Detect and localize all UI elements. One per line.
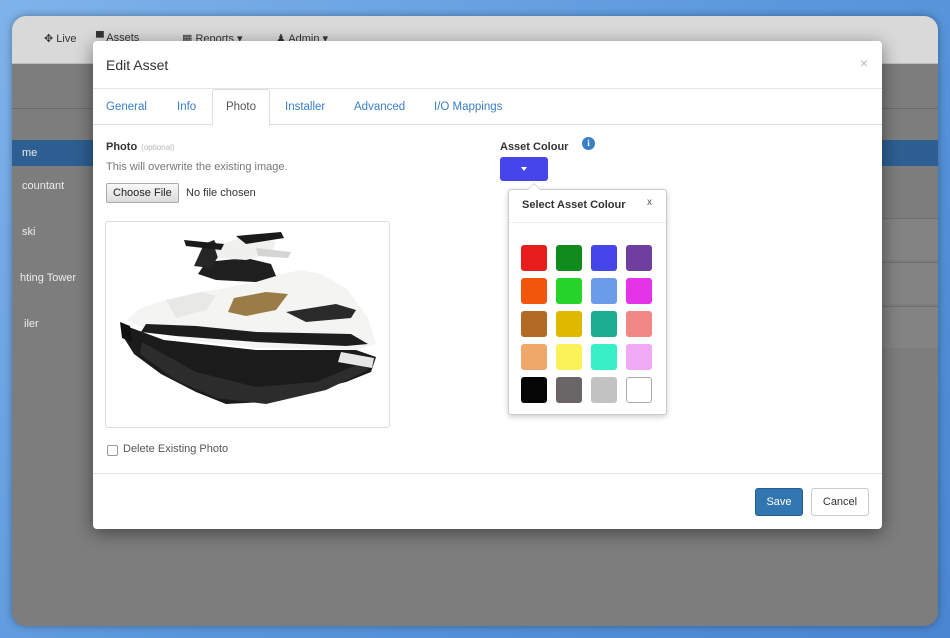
divider (509, 222, 666, 223)
close-icon[interactable]: x (647, 197, 652, 208)
modal-header: Edit Asset × (93, 41, 882, 89)
colour-swatch[interactable] (521, 344, 547, 370)
colour-swatch[interactable] (556, 344, 582, 370)
tab-bar: General Info Photo Installer Advanced I/… (93, 89, 882, 126)
nav-label: Live (56, 33, 77, 45)
swatch-grid (521, 245, 657, 403)
file-status: No file chosen (186, 187, 256, 199)
sidebar-item[interactable]: countant (22, 180, 102, 192)
colour-swatch[interactable] (521, 311, 547, 337)
colour-swatch[interactable] (521, 245, 547, 271)
colour-swatch[interactable] (626, 344, 652, 370)
nav-item-live[interactable]: ✥ Live (44, 32, 76, 45)
colour-swatch[interactable] (591, 245, 617, 271)
sidebar-item[interactable]: iler (24, 318, 104, 330)
edit-asset-modal: Edit Asset × General Info Photo Installe… (93, 41, 882, 529)
delete-photo-checkbox[interactable] (107, 445, 118, 456)
popover-arrow (527, 183, 541, 190)
colour-swatch[interactable] (556, 377, 582, 403)
tab-general[interactable]: General (100, 89, 153, 125)
colour-dropdown-button[interactable] (500, 157, 548, 181)
save-button[interactable]: Save (755, 488, 803, 516)
sidebar-item[interactable]: me (22, 147, 102, 159)
tab-info[interactable]: Info (171, 89, 202, 125)
delete-photo-label: Delete Existing Photo (123, 443, 229, 455)
photo-help-text: This will overwrite the existing image. (106, 161, 288, 173)
picker-title: Select Asset Colour (522, 199, 626, 211)
sidebar-item[interactable]: hting Tower (20, 272, 100, 284)
colour-swatch[interactable] (626, 311, 652, 337)
jet-ski-image (120, 232, 376, 404)
asset-colour-label: Asset Colour (500, 141, 569, 153)
colour-swatch[interactable] (521, 377, 547, 403)
colour-swatch[interactable] (591, 311, 617, 337)
screenshot-frame: ✥ Live ▀ Assets ▦ Reports ▾ ♟ Admin ▾ me… (0, 0, 950, 638)
sidebar-item[interactable]: ski (22, 226, 102, 238)
colour-swatch[interactable] (556, 311, 582, 337)
colour-swatch[interactable] (591, 377, 617, 403)
tab-installer[interactable]: Installer (279, 89, 331, 125)
tab-io-mappings[interactable]: I/O Mappings (428, 89, 508, 125)
photo-label: Photo (optional) (106, 141, 175, 153)
colour-swatch[interactable] (626, 245, 652, 271)
table-row (878, 306, 938, 348)
colour-swatch[interactable] (626, 377, 652, 403)
colour-swatch[interactable] (591, 278, 617, 304)
caret-down-icon (521, 167, 527, 171)
choose-file-button[interactable]: Choose File (106, 183, 179, 203)
photo-label-text: Photo (106, 141, 138, 153)
colour-swatch[interactable] (556, 278, 582, 304)
close-icon[interactable]: × (860, 55, 868, 71)
modal-footer: Save Cancel (93, 473, 882, 529)
colour-swatch[interactable] (521, 278, 547, 304)
colour-swatch[interactable] (591, 344, 617, 370)
colour-swatch[interactable] (556, 245, 582, 271)
table-row (878, 262, 938, 304)
table-row (878, 218, 938, 260)
tab-photo[interactable]: Photo (212, 89, 270, 126)
colour-picker-popover: Select Asset Colour x (508, 183, 667, 415)
colour-swatch[interactable] (626, 278, 652, 304)
cancel-button[interactable]: Cancel (811, 488, 869, 516)
asset-photo (105, 221, 390, 428)
optional-hint: (optional) (141, 143, 175, 152)
info-icon[interactable]: i (582, 137, 595, 150)
tab-advanced[interactable]: Advanced (348, 89, 411, 125)
modal-title: Edit Asset (106, 57, 169, 73)
